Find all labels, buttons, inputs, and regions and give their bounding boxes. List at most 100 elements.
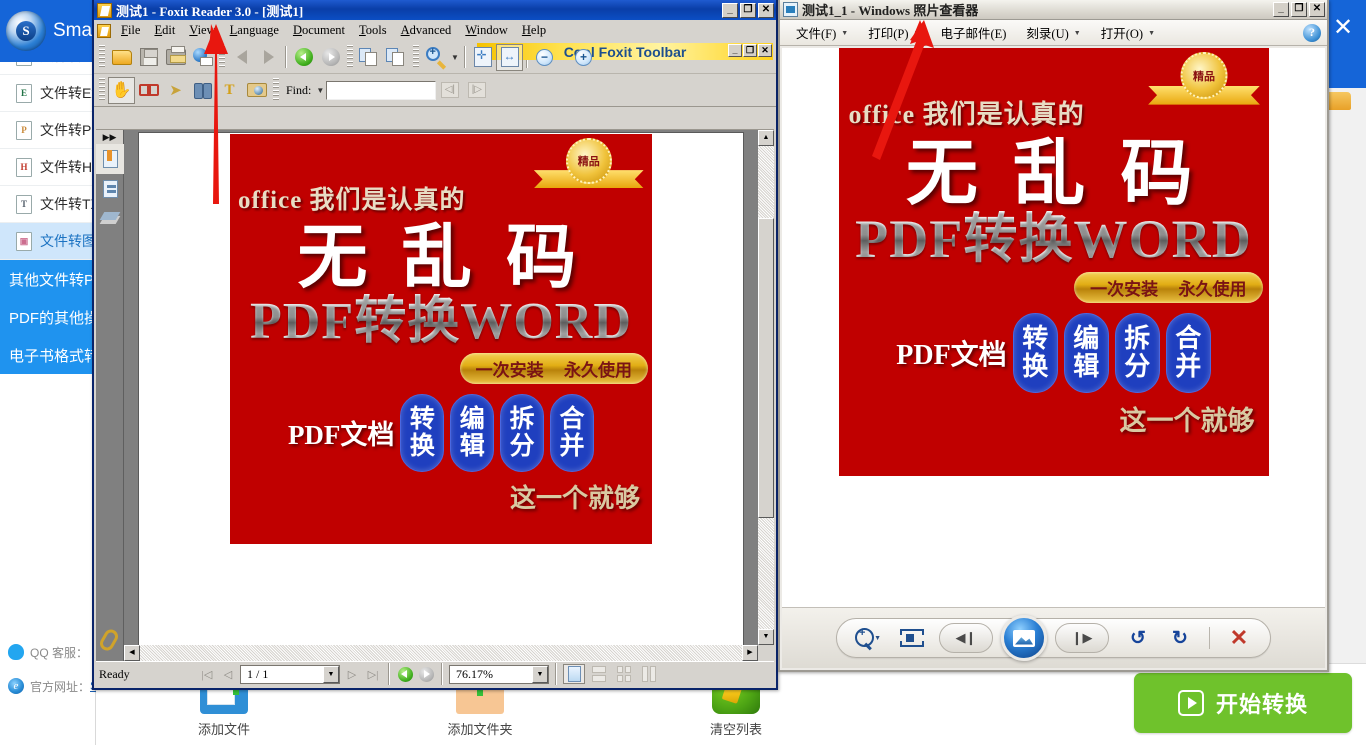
rotate-counterclockwise-button[interactable]: ↺ xyxy=(1125,625,1151,651)
last-page-button[interactable]: ▷| xyxy=(364,665,382,683)
page-combo-caret-icon[interactable]: ▼ xyxy=(323,666,339,683)
binoculars-button[interactable] xyxy=(189,77,216,104)
maximize-button[interactable]: ❐ xyxy=(740,3,756,18)
sidebar-item-to-html[interactable]: H 文件转HTML xyxy=(0,149,95,186)
scroll-down-button[interactable]: ▼ xyxy=(758,629,774,645)
bookmarks-panel-button[interactable] xyxy=(96,144,124,174)
scroll-left-button[interactable]: ◀ xyxy=(124,645,140,661)
previous-page-status-button[interactable]: ◁ xyxy=(219,665,237,683)
facing-button[interactable] xyxy=(613,664,635,684)
menu-language[interactable]: Language xyxy=(223,21,286,40)
menu-help[interactable]: Help xyxy=(515,21,553,40)
toolbar-grip[interactable] xyxy=(273,78,279,102)
vertical-scrollbar[interactable]: ▲ ▼ xyxy=(758,130,774,645)
first-page-button[interactable]: |◁ xyxy=(198,665,216,683)
continuous-button[interactable] xyxy=(588,664,610,684)
text-select-button[interactable]: T xyxy=(216,77,243,104)
menu-tools[interactable]: Tools xyxy=(352,21,394,40)
menu-email[interactable]: 电子邮件(E) xyxy=(930,21,1016,44)
photo-viewer-window[interactable]: 测试1_1 - Windows 照片查看器 _ ❐ ✕ 文件(F)▼ 打印(P)… xyxy=(778,0,1329,672)
page-number-combo[interactable]: 1 / 1 ▼ xyxy=(240,665,340,684)
menu-file[interactable]: 文件(F)▼ xyxy=(786,21,858,44)
find-previous-button[interactable]: ◁| xyxy=(436,77,463,104)
sidebar-section-ebook-convert[interactable]: 电子书格式转换 xyxy=(0,336,95,374)
snapshot-button[interactable] xyxy=(243,77,270,104)
horizontal-scrollbar[interactable]: ◀ ▶ xyxy=(124,645,758,661)
toolbar-grip[interactable] xyxy=(99,45,105,69)
close-button[interactable]: ✕ xyxy=(1309,2,1325,17)
next-view-button[interactable] xyxy=(383,44,410,71)
menu-window[interactable]: Window xyxy=(458,21,515,40)
foxit-titlebar[interactable]: 测试1 - Foxit Reader 3.0 - [测试1] _ ❐ ✕ xyxy=(94,0,776,20)
slideshow-play-button[interactable] xyxy=(1001,615,1047,661)
fit-width-button[interactable] xyxy=(496,44,523,71)
foxit-reader-window[interactable]: 测试1 - Foxit Reader 3.0 - [测试1] _ ❐ ✕ Fil… xyxy=(92,0,778,690)
previous-view-button[interactable] xyxy=(356,44,383,71)
continuous-facing-button[interactable] xyxy=(638,664,660,684)
zoom-combo-caret-icon[interactable]: ▼ xyxy=(532,666,548,683)
delete-button[interactable]: ✕ xyxy=(1226,625,1252,651)
next-image-button[interactable]: ❙▶ xyxy=(1055,623,1109,653)
help-icon[interactable]: ? xyxy=(1303,24,1321,42)
photo-viewer-image-area[interactable]: 精品 office 我们是认真的 无 乱 码 PDF转换WORD 一次安装 永久… xyxy=(782,48,1325,607)
sidebar-item-to-txt[interactable]: T 文件转TXT xyxy=(0,186,95,223)
toolbar-grip[interactable] xyxy=(413,45,419,69)
cool-toolbar-close[interactable]: ✕ xyxy=(758,44,772,57)
reading-glasses-button[interactable] xyxy=(135,77,162,104)
zoom-out-button[interactable]: − xyxy=(531,44,558,71)
find-input[interactable] xyxy=(326,81,436,100)
zoom-tool-button[interactable] xyxy=(422,44,449,71)
official-site-link[interactable]: e 官方网址： Smallpdfer.com xyxy=(0,669,96,703)
select-tool-button[interactable]: ➤ xyxy=(162,77,189,104)
foxit-document-area[interactable]: ▶▶ 精品 office 我们是认真的 无 xyxy=(96,129,774,661)
sidebar-section-other-to-pdf[interactable]: 其他文件转PDF xyxy=(0,260,95,298)
thumbnails-panel-button[interactable] xyxy=(96,174,124,204)
sidebar-item-to-ppt[interactable]: P 文件转PPT xyxy=(0,112,95,149)
menu-print[interactable]: 打印(P)▼ xyxy=(858,21,930,44)
vertical-scroll-thumb[interactable] xyxy=(758,218,774,518)
attachments-panel-icon[interactable] xyxy=(97,627,120,653)
menu-open[interactable]: 打开(O)▼ xyxy=(1091,21,1165,44)
menu-view[interactable]: View xyxy=(182,21,222,40)
zoom-in-button[interactable]: + xyxy=(570,44,597,71)
start-convert-button[interactable]: 开始转换 xyxy=(1134,673,1352,733)
minimize-button[interactable]: _ xyxy=(1273,2,1289,17)
hand-tool-button[interactable]: ✋ xyxy=(108,77,135,104)
previous-image-button[interactable]: ◀❙ xyxy=(939,623,993,653)
next-page-button[interactable] xyxy=(255,44,282,71)
scroll-right-button[interactable]: ▶ xyxy=(742,645,758,661)
email-button[interactable] xyxy=(189,44,216,71)
status-go-forward-button[interactable] xyxy=(417,665,435,683)
page-viewport[interactable]: 精品 office 我们是认真的 无 乱 码 PDF转换WORD 一次安装 永久… xyxy=(124,130,758,645)
fit-page-button[interactable] xyxy=(469,44,496,71)
sidebar-item-to-excel[interactable]: E 文件转Excel xyxy=(0,75,95,112)
cool-toolbar-minimize[interactable]: _ xyxy=(728,44,742,57)
toolbar-grip[interactable] xyxy=(347,45,353,69)
close-icon[interactable]: ✕ xyxy=(1333,16,1353,40)
layers-panel-button[interactable] xyxy=(96,204,124,234)
sidebar-section-pdf-other-ops[interactable]: PDF的其他操作 xyxy=(0,298,95,336)
menu-document[interactable]: Document xyxy=(286,21,352,40)
rotate-clockwise-button[interactable]: ↻ xyxy=(1167,625,1193,651)
print-button[interactable] xyxy=(162,44,189,71)
go-back-button[interactable] xyxy=(290,44,317,71)
zoom-dropdown-caret[interactable]: ▼ xyxy=(449,44,461,71)
cool-toolbar-restore[interactable]: ❐ xyxy=(743,44,757,57)
toolbar-grip[interactable] xyxy=(219,45,225,69)
find-next-button[interactable]: |▷ xyxy=(463,77,490,104)
menu-file[interactable]: File xyxy=(114,21,147,40)
qq-support-link[interactable]: QQ 客服： xyxy=(0,635,96,669)
close-button[interactable]: ✕ xyxy=(758,3,774,18)
scroll-up-button[interactable]: ▲ xyxy=(758,130,774,146)
status-go-back-button[interactable] xyxy=(396,665,414,683)
fit-to-window-button[interactable] xyxy=(897,625,923,651)
menu-burn[interactable]: 刻录(U)▼ xyxy=(1016,21,1090,44)
menu-edit[interactable]: Edit xyxy=(147,21,182,40)
next-page-status-button[interactable]: ▷ xyxy=(343,665,361,683)
open-button[interactable] xyxy=(108,44,135,71)
photo-viewer-titlebar[interactable]: 测试1_1 - Windows 照片查看器 _ ❐ ✕ xyxy=(780,0,1327,20)
toolbar-grip[interactable] xyxy=(99,78,105,102)
go-forward-button[interactable] xyxy=(317,44,344,71)
maximize-button[interactable]: ❐ xyxy=(1291,2,1307,17)
expand-panel-icon[interactable]: ▶▶ xyxy=(96,130,123,144)
